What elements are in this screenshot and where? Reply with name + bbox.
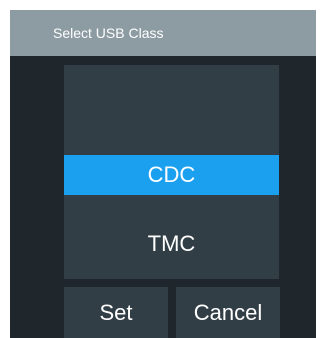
set-button[interactable]: Set (64, 287, 168, 338)
dialog-body: CDC TMC Set Cancel (10, 56, 316, 338)
list-item-cdc[interactable]: CDC (64, 155, 279, 195)
cancel-button[interactable]: Cancel (176, 287, 280, 338)
usb-class-list[interactable]: CDC TMC (64, 65, 279, 279)
select-usb-class-dialog: Select USB Class CDC TMC Set Cancel (10, 10, 316, 338)
list-item-tmc[interactable]: TMC (64, 224, 279, 264)
list-empty-area (64, 65, 279, 153)
dialog-title: Select USB Class (10, 10, 316, 56)
